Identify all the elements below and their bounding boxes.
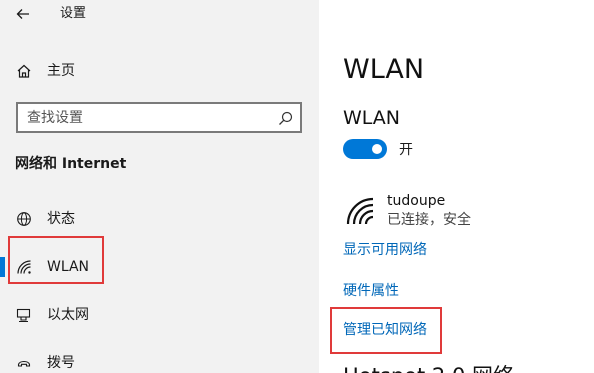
section-title: 网络和 Internet [15,156,127,172]
back-arrow-icon [16,9,29,19]
toggle-state-label: 开 [399,142,413,158]
search-input[interactable] [27,107,267,128]
content-pane: WLAN WLAN 开 tudoupe 已连接，安全 显示可用网络 硬件属性 管… [319,0,594,373]
wlan-section-title: WLAN [343,107,401,129]
network-name[interactable]: tudoupe [387,192,445,210]
search-field[interactable] [16,102,302,133]
nav-item-wlan[interactable]: WLAN [0,243,319,291]
nav-item-ethernet[interactable]: 以太网 [0,291,319,339]
nav-item-label: 拨号 [47,355,75,371]
nav-item-status[interactable]: 状态 [0,195,319,243]
nav-item-label: 主页 [47,63,75,79]
hardware-properties-link[interactable]: 硬件属性 [343,282,399,300]
phone-icon [14,353,34,373]
show-available-networks-link[interactable]: 显示可用网络 [343,241,427,259]
nav-item-label: 以太网 [47,307,89,323]
back-button[interactable] [10,3,36,25]
wifi-signal-icon[interactable] [345,196,375,226]
manage-known-networks-link[interactable]: 管理已知网络 [343,321,427,339]
search-icon[interactable] [276,109,294,127]
title-bar: 设置 [0,0,319,30]
network-status: 已连接，安全 [387,212,471,228]
toggle-knob [372,144,382,154]
home-icon [14,61,34,81]
page-title: WLAN [343,54,425,85]
navigation-pane: 设置 主页 网络和 Internet [0,0,319,373]
globe-icon [14,209,34,229]
nav-item-dialup[interactable]: 拨号 [0,339,319,373]
nav-list: 状态 WLAN 以太网 拨号 [0,195,319,373]
ethernet-icon [14,305,34,325]
app-title: 设置 [60,6,87,21]
nav-item-label: WLAN [47,259,90,275]
nav-item-home[interactable]: 主页 [0,56,319,86]
settings-window: 设置 主页 网络和 Internet [0,0,594,373]
wifi-icon [14,257,34,277]
nav-item-label: 状态 [47,211,75,227]
wlan-toggle[interactable] [343,139,387,159]
hotspot-section-title: Hotspot 2.0 网络 [343,364,514,373]
